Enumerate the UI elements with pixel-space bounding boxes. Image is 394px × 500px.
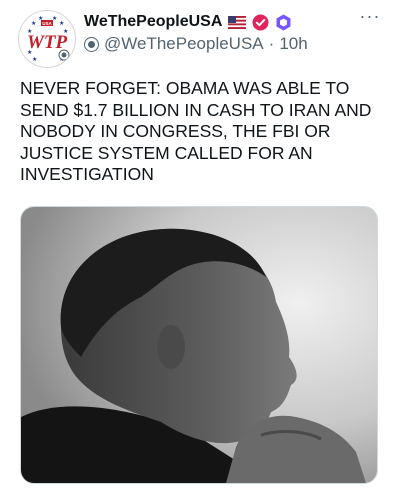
tweet-text-line: JUSTICE SYSTEM CALLED FOR AN — [20, 142, 313, 163]
svg-text:★: ★ — [32, 56, 37, 63]
tweet-photo[interactable] — [20, 206, 378, 484]
svg-text:USA: USA — [42, 21, 52, 26]
more-options-button[interactable]: ··· — [356, 6, 384, 26]
author-name-row: WeThePeopleUSA — [84, 11, 292, 33]
avatar[interactable]: ★★★ ★★★ ★★★ USA WTP — [18, 10, 76, 68]
timestamp[interactable]: 10h — [279, 34, 307, 54]
affiliate-avatar-icon — [84, 36, 99, 52]
svg-text:WTP: WTP — [27, 32, 68, 53]
tweet-text-line: SEND $1.7 BILLION IN CASH TO IRAN AND — [20, 99, 372, 120]
svg-text:★: ★ — [59, 20, 64, 27]
author-handle-row: @WeThePeopleUSA · 10h — [84, 33, 308, 55]
tweet-text: NEVER FORGET: OBAMA WAS ABLE TO SEND $1.… — [20, 78, 380, 186]
separator: · — [268, 34, 275, 53]
wtp-logo-icon: ★★★ ★★★ ★★★ USA WTP — [20, 12, 74, 66]
portrait-photo — [21, 207, 377, 483]
tweet-text-line: NOBODY IN CONGRESS, THE FBI OR — [20, 121, 331, 141]
verified-badge-icon[interactable] — [252, 14, 269, 31]
us-flag-icon — [228, 15, 247, 29]
handle[interactable]: @WeThePeopleUSA — [104, 34, 264, 54]
display-name[interactable]: WeThePeopleUSA — [84, 13, 222, 31]
svg-text:★: ★ — [31, 20, 36, 27]
tweet-text-line: INVESTIGATION — [20, 164, 154, 184]
affiliate-badge-icon[interactable] — [275, 14, 292, 31]
tweet-text-line: NEVER FORGET: OBAMA WAS ABLE TO — [20, 78, 350, 98]
tweet[interactable]: ★★★ ★★★ ★★★ USA WTP WeThePeopleUSA — [0, 0, 394, 500]
